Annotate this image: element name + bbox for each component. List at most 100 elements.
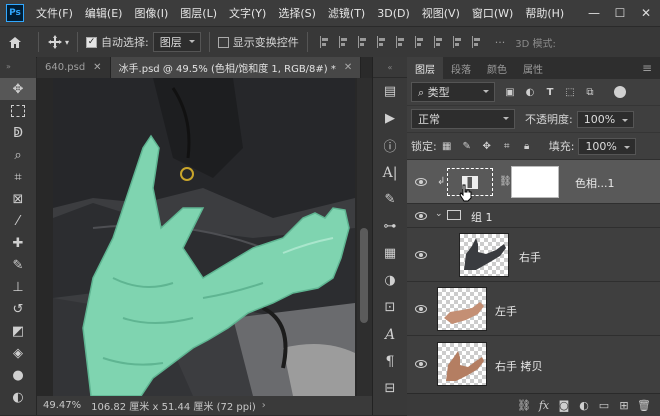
collapse-icon[interactable]: » — [6, 62, 11, 71]
close-tab-icon[interactable]: ✕ — [344, 62, 352, 73]
filter-smartobject-icon[interactable]: ⧉ — [583, 85, 597, 99]
menu-edit[interactable]: 编辑(E) — [79, 5, 129, 21]
lock-transparent-icon[interactable]: ▦ — [440, 139, 454, 153]
layer-name[interactable]: 左手 — [495, 303, 517, 319]
swatches-panel-icon[interactable]: ▦ — [373, 240, 407, 267]
filter-adjustment-icon[interactable]: ◐ — [523, 85, 537, 99]
tab-640[interactable]: 640.psd ✕ — [37, 57, 111, 78]
layer-thumbnail[interactable] — [437, 287, 487, 331]
menu-type[interactable]: 文字(Y) — [223, 5, 272, 21]
blur-tool-icon[interactable]: ● — [0, 364, 36, 386]
menu-3d[interactable]: 3D(D) — [371, 7, 416, 20]
healing-brush-tool-icon[interactable]: ✚ — [0, 232, 36, 254]
new-group-icon[interactable]: ▭ — [594, 399, 614, 412]
filter-shape-icon[interactable]: ⬚ — [563, 85, 577, 99]
opacity-field[interactable]: 100% — [576, 110, 635, 128]
tab-properties[interactable]: 属性 — [515, 57, 551, 79]
visibility-eye-icon[interactable] — [413, 359, 429, 369]
delete-layer-icon[interactable]: 🗑︎ — [634, 399, 654, 412]
canvas-image[interactable] — [53, 78, 355, 396]
tab-layers[interactable]: 图层 — [407, 57, 443, 79]
layer-thumbnail[interactable] — [437, 342, 487, 386]
adjustments-panel-icon[interactable]: ⊡ — [373, 294, 407, 321]
visibility-eye-icon[interactable] — [413, 211, 429, 221]
layer-row-group-1[interactable]: ⌄ 组 1 — [407, 203, 660, 228]
scrollbar-thumb[interactable] — [360, 228, 368, 323]
menu-file[interactable]: 文件(F) — [30, 5, 79, 21]
menu-filter[interactable]: 滤镜(T) — [322, 5, 371, 21]
menu-image[interactable]: 图像(I) — [128, 5, 174, 21]
distribute-top-icon[interactable] — [433, 36, 445, 48]
zoom-level[interactable]: 49.47% — [43, 400, 81, 411]
layer-name[interactable]: 右手 — [519, 249, 541, 265]
lock-pixels-icon[interactable]: ✎ — [460, 139, 474, 153]
frame-tool-icon[interactable]: ⊠ — [0, 188, 36, 210]
layer-row-right-hand[interactable]: 右手 — [407, 227, 660, 282]
history-brush-tool-icon[interactable]: ↺ — [0, 298, 36, 320]
brush-settings-icon[interactable]: ✎ — [373, 186, 407, 213]
clone-stamp-tool-icon[interactable]: ⊥ — [0, 276, 36, 298]
eraser-tool-icon[interactable]: ◩ — [0, 320, 36, 342]
align-center-icon[interactable] — [338, 36, 350, 48]
visibility-eye-icon[interactable] — [413, 304, 429, 314]
brush-tool-icon[interactable]: ✎ — [0, 254, 36, 276]
move-tool-preset-icon[interactable]: ▾ — [47, 34, 69, 50]
visibility-eye-icon[interactable] — [413, 250, 429, 260]
close-tab-icon[interactable]: ✕ — [93, 62, 101, 73]
status-arrow-icon[interactable]: › — [262, 400, 266, 411]
styles-panel-icon[interactable]: ◑ — [373, 267, 407, 294]
align-middle-icon[interactable] — [395, 36, 407, 48]
paint-bucket-tool-icon[interactable]: ◈ — [0, 342, 36, 364]
filter-kind-dropdown[interactable]: ⌕ 类型 — [411, 82, 495, 102]
align-top-icon[interactable] — [376, 36, 388, 48]
auto-select-checkbox[interactable]: ✓ — [86, 36, 98, 48]
paragraph-panel-icon[interactable]: ¶ — [373, 348, 407, 375]
marquee-tool-icon[interactable] — [0, 100, 36, 122]
distribute-middle-icon[interactable] — [452, 36, 464, 48]
layer-row-hue-saturation[interactable]: ↲ ⛓ 色相...1 — [407, 159, 660, 204]
info-panel-icon[interactable]: ⓘ — [373, 132, 407, 159]
vertical-scrollbar[interactable] — [357, 78, 372, 396]
panel-menu-icon[interactable]: ≡ — [634, 57, 660, 79]
align-bottom-icon[interactable] — [414, 36, 426, 48]
align-right-icon[interactable] — [357, 36, 369, 48]
auto-select-dropdown[interactable]: 图层 — [152, 32, 201, 52]
layer-row-right-hand-copy[interactable]: 右手 拷贝 — [407, 335, 660, 392]
canvas-area[interactable] — [37, 78, 357, 396]
filter-pixel-icon[interactable]: ▣ — [503, 85, 517, 99]
more-options-icon[interactable]: ··· — [495, 36, 506, 49]
chevron-down-icon[interactable]: ⌄ — [435, 209, 443, 219]
link-chain-icon[interactable]: ⛓ — [499, 176, 512, 187]
fill-field[interactable]: 100% — [578, 137, 636, 155]
actions-play-icon[interactable]: ▶ — [373, 105, 407, 132]
layer-style-fx-icon[interactable]: fx — [534, 399, 554, 412]
move-tool-icon[interactable]: ✥ — [0, 78, 36, 100]
show-transform-checkbox[interactable] — [217, 36, 229, 48]
filter-toggle-icon[interactable] — [614, 86, 626, 98]
layer-name[interactable]: 色相...1 — [575, 175, 615, 191]
layer-thumbnail[interactable] — [459, 233, 509, 277]
eyedropper-tool-icon[interactable]: ⁄ — [0, 210, 36, 232]
new-layer-icon[interactable]: ⊞ — [614, 399, 634, 412]
tab-paragraph[interactable]: 段落 — [443, 57, 479, 79]
layer-row-left-hand[interactable]: 左手 — [407, 281, 660, 336]
visibility-eye-icon[interactable] — [413, 177, 429, 187]
menu-select[interactable]: 选择(S) — [272, 5, 322, 21]
add-mask-icon[interactable]: ◙ — [554, 399, 574, 412]
new-adjustment-icon[interactable]: ◐ — [574, 399, 594, 412]
menu-layer[interactable]: 图层(L) — [174, 5, 223, 21]
layer-name[interactable]: 右手 拷贝 — [495, 358, 543, 374]
glyphs-panel-icon[interactable]: A — [373, 321, 407, 348]
crop-tool-icon[interactable]: ⌗ — [0, 166, 36, 188]
distribute-bottom-icon[interactable] — [471, 36, 483, 48]
lock-artboard-icon[interactable]: ⌗ — [500, 139, 514, 153]
align-left-icon[interactable] — [319, 36, 331, 48]
properties-panel-icon[interactable]: ⊟ — [373, 375, 407, 402]
lock-all-icon[interactable]: 🔒︎ — [520, 139, 534, 153]
minimize-button[interactable]: — — [582, 0, 606, 26]
lock-position-icon[interactable]: ✥ — [480, 139, 494, 153]
tab-color[interactable]: 颜色 — [479, 57, 515, 79]
blend-mode-dropdown[interactable]: 正常 — [411, 109, 515, 129]
layer-mask-thumbnail[interactable] — [511, 166, 559, 198]
lasso-tool-icon[interactable]: ↁ — [0, 122, 36, 144]
